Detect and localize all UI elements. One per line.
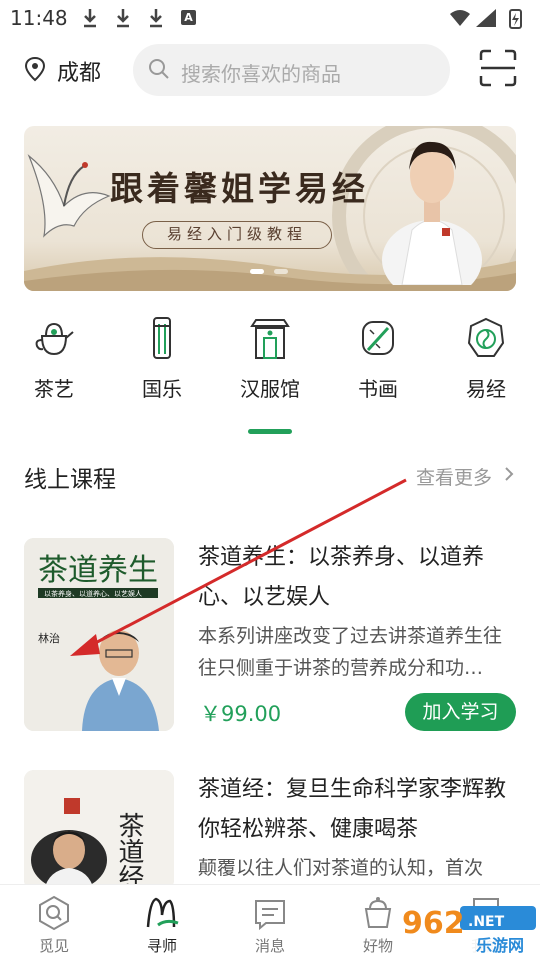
section-title: 线上课程: [24, 467, 116, 493]
search-icon: [149, 59, 169, 79]
scan-icon[interactable]: [478, 48, 518, 88]
location-city[interactable]: 成都: [57, 55, 101, 87]
category-label: 汉服馆: [240, 377, 300, 401]
search-placeholder: 搜索你喜欢的商品: [181, 62, 341, 86]
thumb-subtitle: 以茶养身、以道养心、以艺娱人: [44, 589, 142, 598]
category-painting[interactable]: 书画: [328, 310, 428, 410]
nav-message[interactable]: 消息: [216, 885, 324, 960]
bagua-icon: [467, 317, 505, 357]
category-active-indicator: [248, 429, 292, 434]
banner-dot-active: [250, 269, 264, 274]
banner-pagination: [250, 269, 290, 275]
banner-title: 跟着馨姐学易经: [110, 169, 369, 208]
location-pin-icon[interactable]: [24, 56, 46, 82]
status-time: 11:48: [10, 6, 68, 30]
category-nav: 茶艺 国乐 汉服馆 书画 易经: [0, 310, 540, 430]
category-label: 易经: [466, 377, 506, 401]
wifi-icon: [450, 10, 470, 26]
watermark-sub: 乐游网: [476, 936, 525, 955]
course-description: 颠覆以往人们对茶道的认知，首次: [198, 857, 484, 879]
nav-teacher[interactable]: 寻师: [108, 885, 216, 960]
search-input[interactable]: 搜索你喜欢的商品: [133, 44, 450, 96]
course-price: ￥99.00: [200, 702, 282, 726]
pavilion-icon: [250, 319, 290, 359]
instructor-photo: [382, 141, 482, 285]
teapot-icon: [35, 322, 74, 356]
category-label: 茶艺: [34, 377, 74, 401]
guqin-icon: [153, 317, 171, 359]
category-label: 书画: [358, 377, 398, 401]
course-thumbnail-art: 茶道养生 以茶养身、以道养心、以艺娱人 林治: [24, 538, 174, 731]
nav-label: 消息: [254, 937, 285, 955]
thumb-title: 茶道经: [114, 812, 144, 890]
view-more-link[interactable]: 查看更多: [416, 463, 492, 490]
brush-icon: [362, 321, 394, 355]
nav-discover[interactable]: 觅见: [0, 885, 108, 960]
nav-label: 寻师: [146, 937, 177, 955]
notification-badge: A: [181, 10, 196, 25]
course-title[interactable]: 茶道经：复旦生命科学家李辉教你轻松辨茶、健康喝茶: [198, 770, 518, 850]
category-yijing[interactable]: 易经: [436, 310, 536, 410]
crane-illustration: [27, 154, 111, 238]
course-title[interactable]: 茶道养生：以茶养身、以道养心、以艺娱人: [198, 538, 518, 618]
system-status-icons: [450, 9, 522, 29]
nav-label: 觅见: [38, 937, 69, 955]
signal-icon: [476, 9, 496, 27]
header: 成都 搜索你喜欢的商品: [0, 40, 540, 100]
join-course-button[interactable]: 加入学习: [405, 693, 516, 731]
thumb-author: 林治: [38, 631, 60, 645]
teacher-icon: [146, 897, 179, 928]
promo-banner[interactable]: 跟着馨姐学易经 易经入门级教程: [24, 126, 516, 291]
watermark-brand: 962: [402, 906, 465, 941]
category-music[interactable]: 国乐: [112, 310, 212, 410]
category-hanfu[interactable]: 汉服馆: [220, 310, 320, 410]
discover-icon: [39, 895, 69, 931]
course-thumbnail-art: 茶道经: [24, 770, 174, 890]
category-label: 国乐: [142, 377, 182, 401]
message-icon: [255, 900, 285, 931]
course-description: 本系列讲座改变了过去讲茶道养生往往只侧重于讲茶的营养成分和功…: [198, 625, 503, 679]
course-thumbnail[interactable]: 茶道养生 以茶养身、以道养心、以艺娱人 林治: [24, 538, 174, 731]
goods-icon: [364, 897, 392, 928]
download-icon: [117, 9, 129, 28]
course-thumbnail[interactable]: 茶道经: [24, 770, 174, 890]
chevron-right-icon[interactable]: [503, 465, 515, 483]
status-bar: 11:48 A: [0, 0, 540, 36]
thumb-title: 茶道养生: [38, 553, 158, 588]
banner-dot: [274, 269, 288, 274]
watermark-net: .NET: [468, 914, 505, 930]
download-icon: [150, 9, 162, 28]
category-tea-art[interactable]: 茶艺: [4, 310, 104, 410]
download-icon: [84, 9, 96, 28]
